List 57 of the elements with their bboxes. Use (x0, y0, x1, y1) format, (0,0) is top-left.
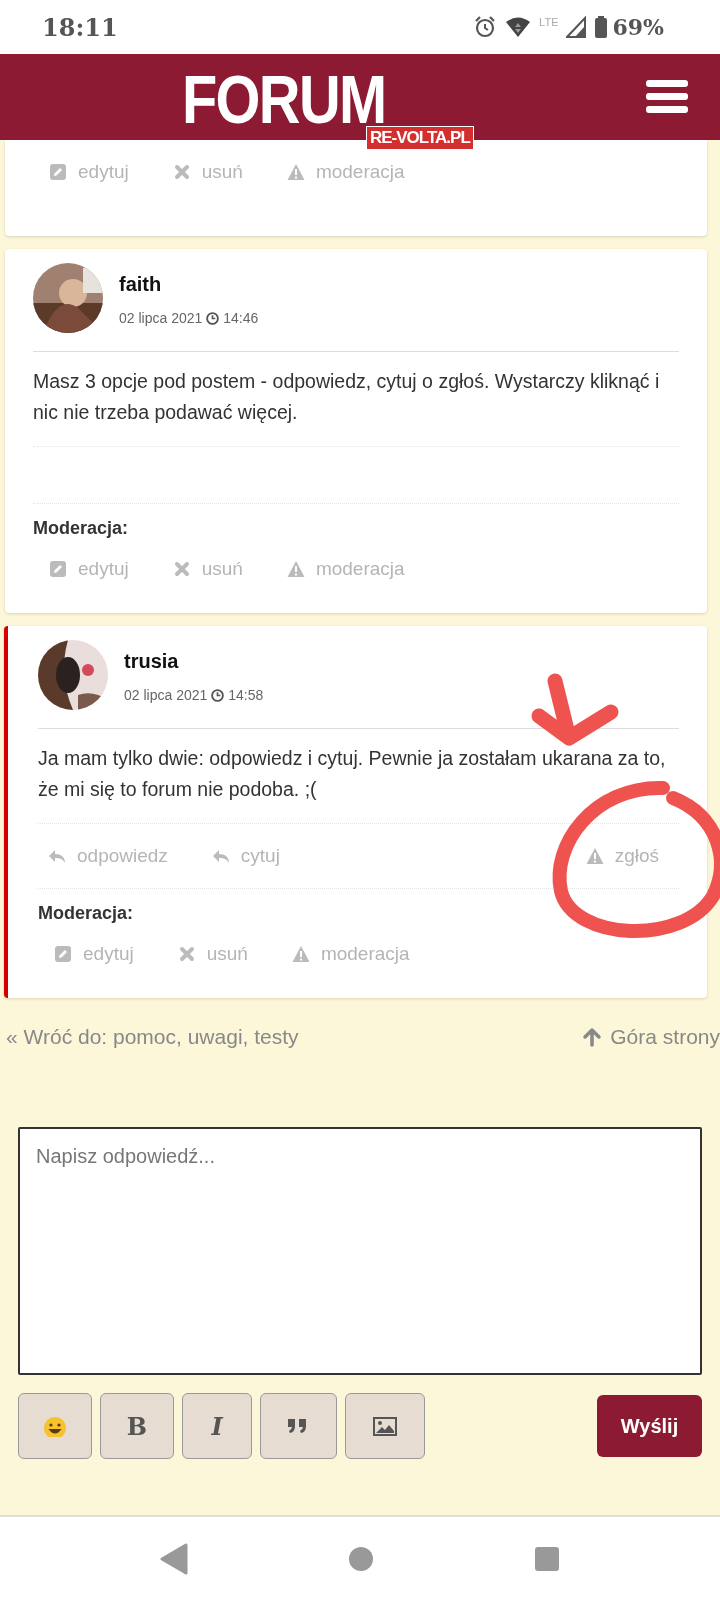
network-type: LTE (539, 16, 559, 28)
author-name[interactable]: faith (119, 273, 259, 296)
edit-link[interactable]: edytuj (49, 161, 129, 183)
post-time: 14:58 (228, 687, 264, 703)
back-link[interactable]: « Wróć do: pomoc, uwagi, testy (6, 1025, 299, 1049)
post-date: 02 lipca 2021 (119, 310, 203, 326)
recents-icon (534, 1545, 560, 1572)
image-button[interactable] (345, 1393, 425, 1459)
warn-link[interactable]: moderacja (291, 943, 410, 965)
quote-button[interactable] (260, 1393, 337, 1459)
reply-link[interactable]: odpowiedz (48, 845, 168, 867)
post-date: 02 lipca 2021 (124, 687, 208, 703)
delete-link[interactable]: usuń (177, 943, 248, 965)
pencil-icon (49, 560, 67, 578)
delete-link[interactable]: usuń (172, 558, 243, 580)
battery-level: 69% (612, 14, 664, 40)
send-button[interactable]: Wyślij (597, 1395, 702, 1457)
edit-link[interactable]: edytuj (49, 558, 129, 580)
moderation-label: Moderacja: (33, 517, 130, 540)
top-link[interactable]: Góra strony (582, 1025, 720, 1049)
warning-icon (585, 847, 604, 865)
home-icon (348, 1545, 374, 1572)
x-icon (177, 945, 196, 963)
quote-link[interactable]: cytuj (211, 845, 280, 867)
warn-link[interactable]: moderacja (286, 558, 405, 580)
battery-icon (594, 15, 609, 39)
x-icon (172, 163, 191, 181)
logo-badge: RE-VOLTA.PL (366, 126, 474, 150)
bold-button[interactable]: B (100, 1393, 174, 1459)
image-icon (373, 1415, 397, 1437)
x-icon (172, 560, 191, 578)
post-text: Ja mam tylko dwie: odpowiedz i cytuj. Pewnie ja zostałam ukarana za to, że mi się to forum nie podoba. ;( (38, 746, 667, 802)
post-text: Masz 3 opcje pod postem - odpowiedz, cytuj o zgłoś. Wystarczy kliknąć i nic nie trzeba podawać więcej. (33, 369, 661, 425)
clock-icon (206, 311, 220, 325)
smiley-icon (43, 1415, 67, 1437)
author-name[interactable]: trusia (124, 650, 264, 673)
warning-icon (286, 560, 305, 578)
pencil-icon (49, 163, 67, 181)
up-arrow-icon (582, 1027, 603, 1047)
moderation-label: Moderacja: (38, 902, 135, 925)
wifi-icon (505, 16, 532, 38)
delete-link[interactable]: usuń (172, 161, 243, 183)
post-time: 14:46 (223, 310, 259, 326)
warning-icon (291, 945, 310, 963)
menu-icon (646, 80, 688, 114)
clock-icon (211, 688, 225, 702)
reply-field[interactable]: Napisz odpowiedź... (18, 1127, 702, 1375)
edit-link[interactable]: edytuj (54, 943, 134, 965)
clock-time: 18:11 (42, 12, 118, 42)
report-link[interactable]: zgłoś (585, 845, 659, 867)
warning-icon (286, 163, 305, 181)
menu-button[interactable] (646, 80, 688, 114)
pencil-icon (54, 945, 72, 963)
warn-link[interactable]: moderacja (286, 161, 405, 183)
italic-button[interactable]: I (182, 1393, 252, 1459)
signal-icon (566, 16, 587, 38)
back-icon (160, 1542, 188, 1575)
